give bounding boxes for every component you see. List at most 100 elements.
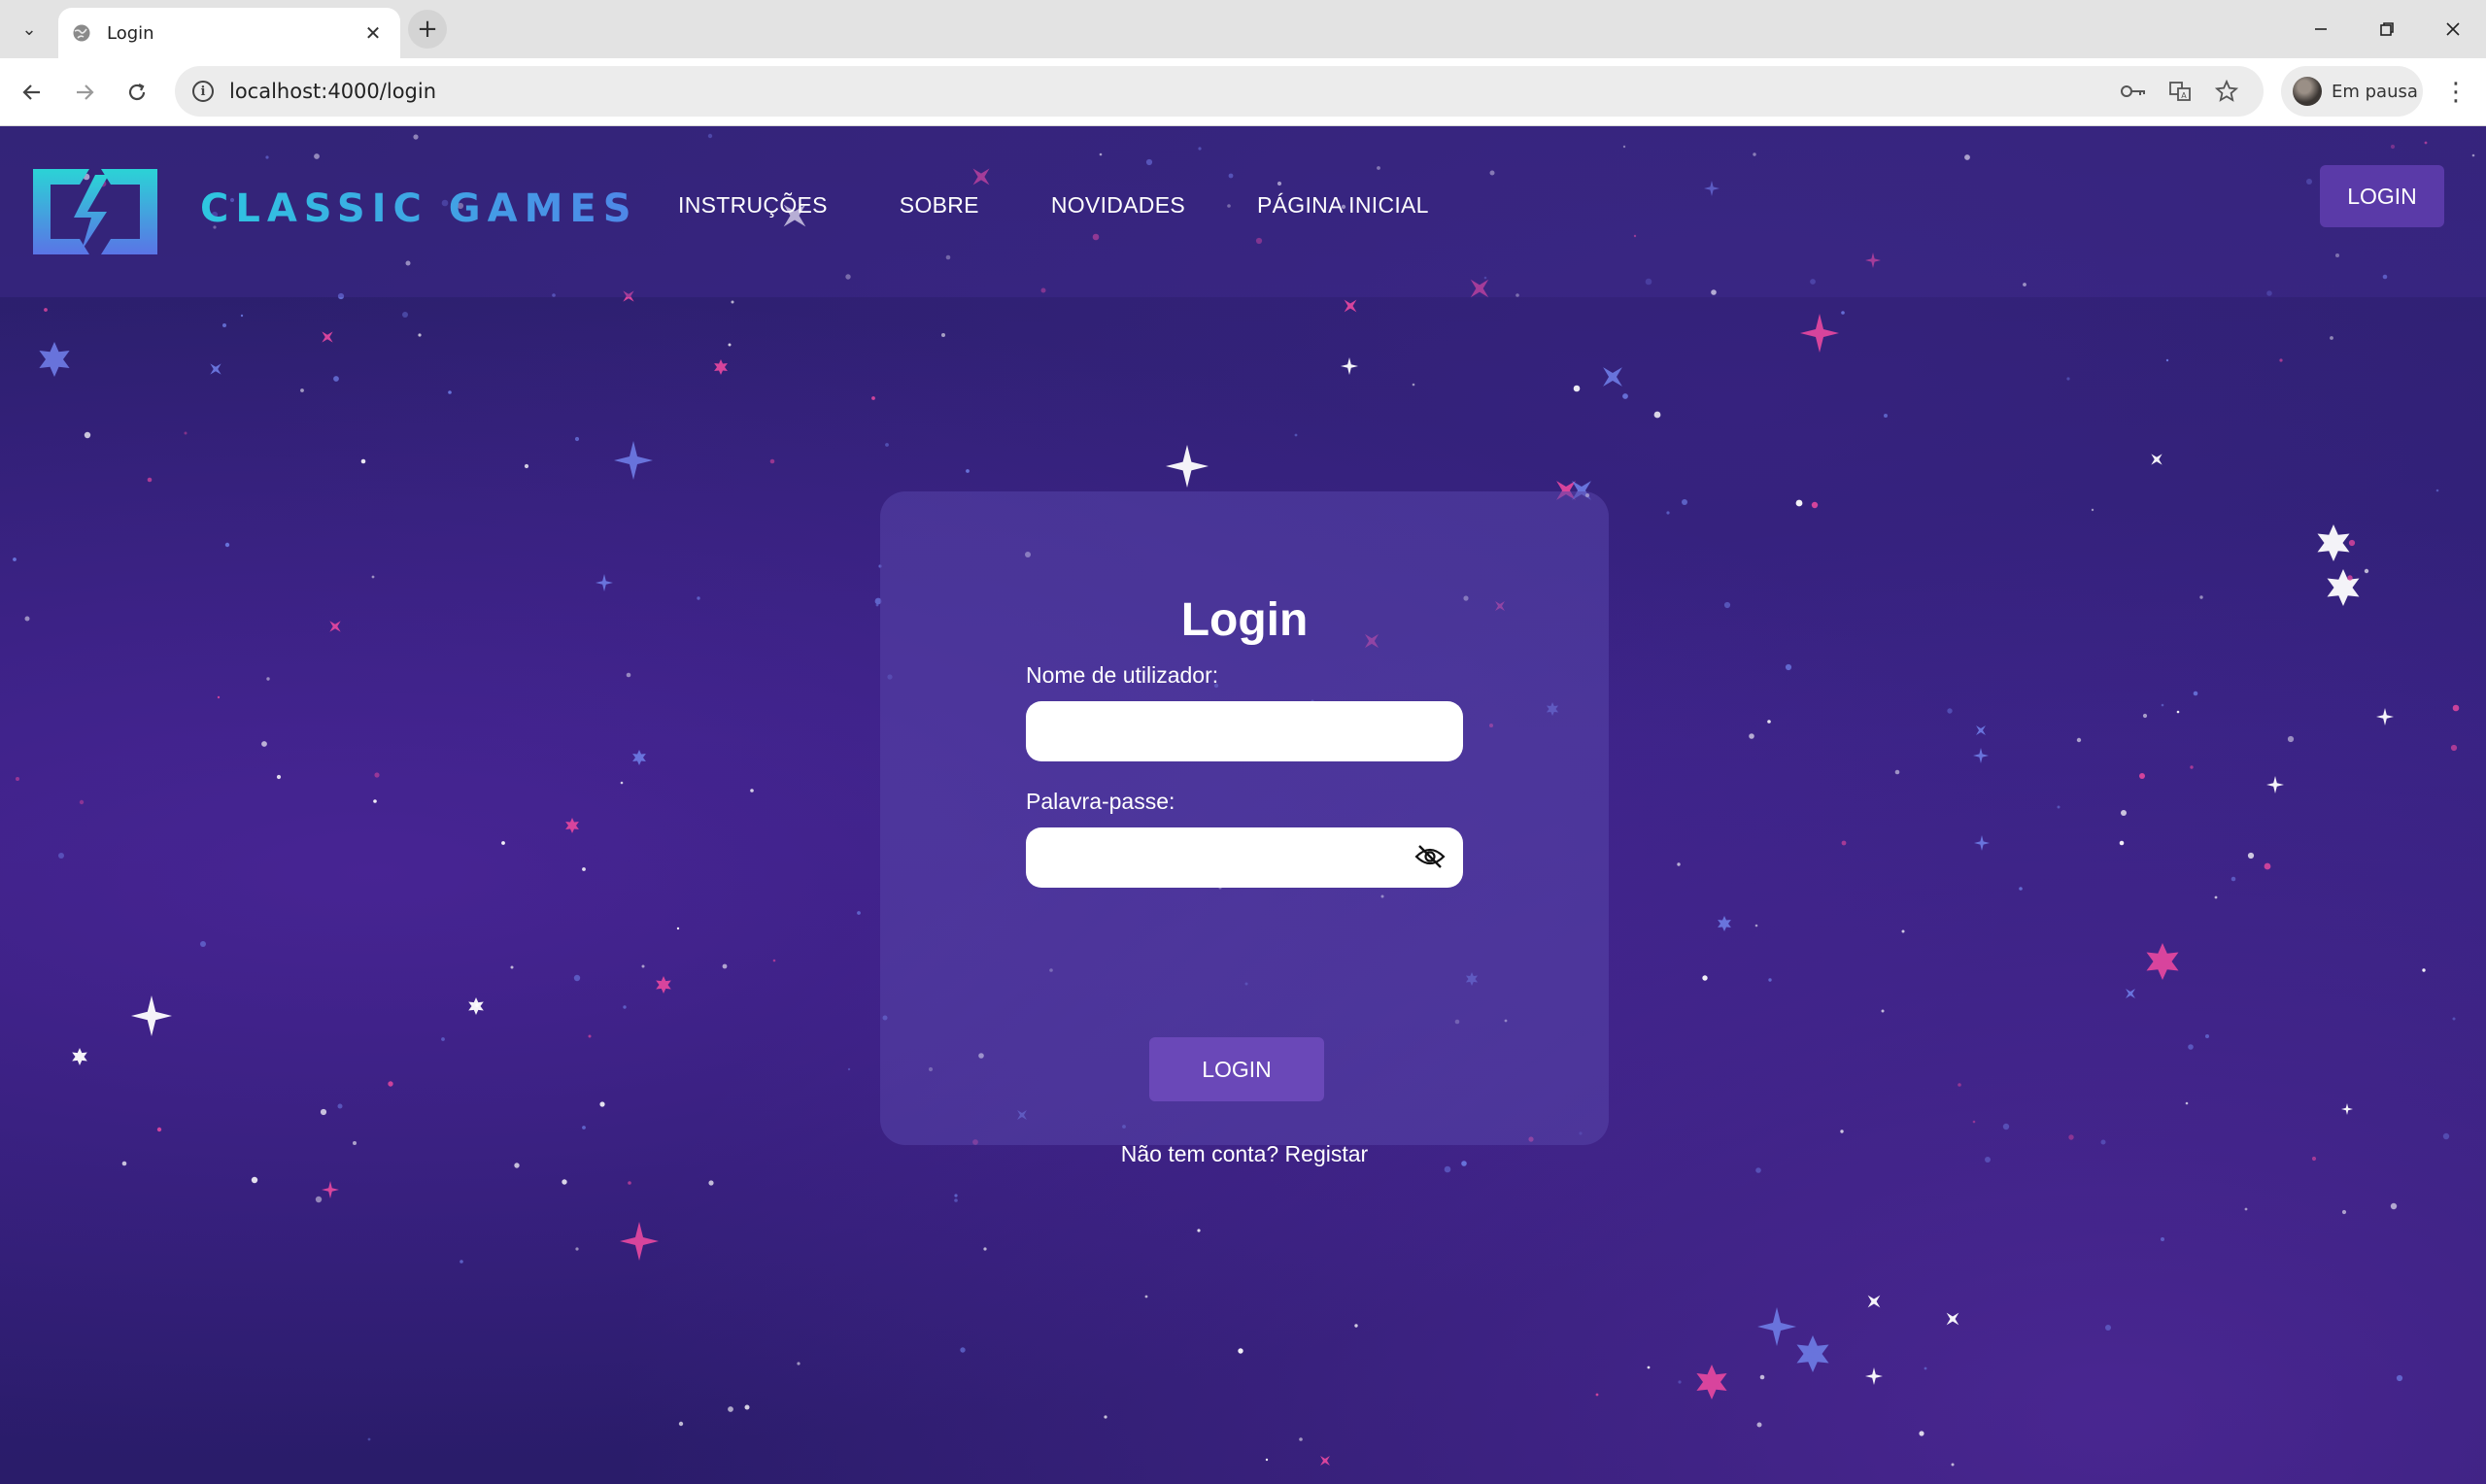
brand-name[interactable]: CLASSIC GAMES (200, 186, 638, 231)
star-dot (276, 774, 282, 780)
star-dot (371, 575, 375, 579)
tab-search-chevron-icon[interactable]: ⌄ (14, 14, 45, 45)
address-bar[interactable]: i localhost:4000/login A (175, 66, 2264, 117)
forward-arrow-icon[interactable] (64, 72, 105, 113)
star-decoration (1603, 367, 1622, 387)
star-dot (1785, 663, 1792, 671)
nav-pagina-inicial[interactable]: PÁGINA INICIAL (1257, 192, 1429, 219)
nav-novidades[interactable]: NOVIDADES (1051, 192, 1185, 219)
avatar (2293, 77, 2322, 106)
star-dot (2091, 508, 2094, 512)
star-dot (147, 477, 153, 483)
star-dot (2311, 1156, 2317, 1162)
star-dot (1756, 1422, 1762, 1428)
star-decoration (565, 818, 579, 833)
star-dot (402, 312, 408, 318)
username-input[interactable] (1026, 701, 1463, 761)
star-dot (2442, 1132, 2450, 1140)
star-decoration (1946, 1312, 1959, 1326)
star-dot (448, 390, 452, 394)
classic-games-logo-icon[interactable] (29, 165, 161, 258)
star-dot (373, 799, 377, 803)
star-dot (2139, 773, 2145, 779)
tab-close-icon[interactable]: ✕ (359, 21, 387, 45)
star-decoration (1344, 299, 1357, 313)
star-dot (1104, 1415, 1107, 1419)
password-label: Palavra-passe: (1026, 789, 1175, 814)
star-dot (84, 431, 91, 439)
star-dot (772, 959, 776, 962)
star-dot (1894, 769, 1900, 775)
password-input[interactable] (1026, 827, 1463, 888)
star-decoration (1320, 1456, 1330, 1466)
profile-button[interactable]: Em pausa (2281, 66, 2423, 117)
star-dot (2193, 691, 2198, 696)
star-dot (2341, 1209, 2347, 1215)
star-dot (200, 941, 206, 947)
star-dot (983, 1247, 987, 1251)
new-tab-plus-icon[interactable]: + (408, 10, 447, 49)
star-dot (2347, 575, 2353, 581)
browser-menu-icon[interactable]: ⋮ (2438, 72, 2473, 113)
url-text[interactable]: localhost:4000/login (229, 80, 436, 103)
star-decoration (1757, 1307, 1796, 1346)
browser-tab-strip: ⌄ Login ✕ + (0, 0, 2486, 58)
bookmark-star-icon[interactable] (2209, 74, 2244, 109)
star-dot (2199, 595, 2203, 599)
star-dot (1265, 1458, 1269, 1462)
password-key-icon[interactable] (2116, 74, 2151, 109)
star-dot (1647, 1366, 1651, 1369)
nav-instrucoes[interactable]: INSTRUÇÕES (678, 192, 828, 219)
star-dot (2452, 704, 2460, 712)
star-dot (2287, 735, 2295, 743)
no-account-text: Não tem conta? (1120, 1141, 1279, 1166)
star-dot (501, 841, 505, 845)
star-dot (722, 963, 728, 969)
star-dot (315, 1196, 323, 1203)
browser-toolbar: i localhost:4000/login A Em pausa ⋮ (0, 58, 2486, 126)
star-dot (1666, 511, 1670, 515)
star-dot (750, 789, 754, 793)
star-dot (1197, 1229, 1201, 1232)
star-dot (797, 1362, 800, 1366)
restore-icon[interactable] (2353, 0, 2421, 58)
star-dot (1723, 601, 1731, 609)
star-dot (582, 1126, 586, 1130)
star-dot (871, 396, 875, 400)
star-dot (1924, 1366, 1927, 1370)
star-dot (2068, 1134, 2074, 1140)
eye-slash-icon[interactable] (1409, 835, 1451, 878)
star-dot (251, 1176, 258, 1184)
header-login-button[interactable]: LOGIN (2320, 165, 2444, 227)
star-decoration (714, 359, 728, 375)
star-decoration (596, 574, 613, 591)
page-viewport: CLASSIC GAMES INSTRUÇÕES SOBRE NOVIDADES… (0, 126, 2486, 1484)
star-dot (2247, 852, 2255, 860)
close-window-icon[interactable] (2419, 0, 2486, 58)
star-decoration (1796, 1335, 1829, 1372)
star-dot (121, 1161, 127, 1166)
back-arrow-icon[interactable] (12, 72, 52, 113)
reload-icon[interactable] (117, 72, 157, 113)
translate-icon[interactable]: A (2162, 74, 2197, 109)
star-dot (266, 677, 270, 681)
minimize-icon[interactable] (2287, 0, 2355, 58)
star-dot (641, 964, 645, 968)
star-dot (2205, 1034, 2209, 1038)
star-dot (1795, 499, 1803, 507)
star-decoration (1166, 445, 1209, 488)
star-dot (1702, 975, 1708, 981)
star-dot (2348, 539, 2356, 547)
star-dot (599, 1101, 605, 1107)
nav-sobre[interactable]: SOBRE (900, 192, 979, 219)
star-dot (728, 343, 732, 347)
login-submit-button[interactable]: LOGIN (1149, 1037, 1324, 1101)
site-info-icon[interactable]: i (192, 81, 214, 102)
star-dot (1144, 1295, 1148, 1298)
star-dot (2422, 968, 2426, 972)
star-decoration (1867, 1295, 1881, 1308)
star-dot (1884, 414, 1888, 418)
browser-tab-active[interactable]: Login ✕ (58, 8, 400, 58)
star-dot (184, 431, 187, 435)
register-link[interactable]: Registar (1285, 1141, 1369, 1166)
